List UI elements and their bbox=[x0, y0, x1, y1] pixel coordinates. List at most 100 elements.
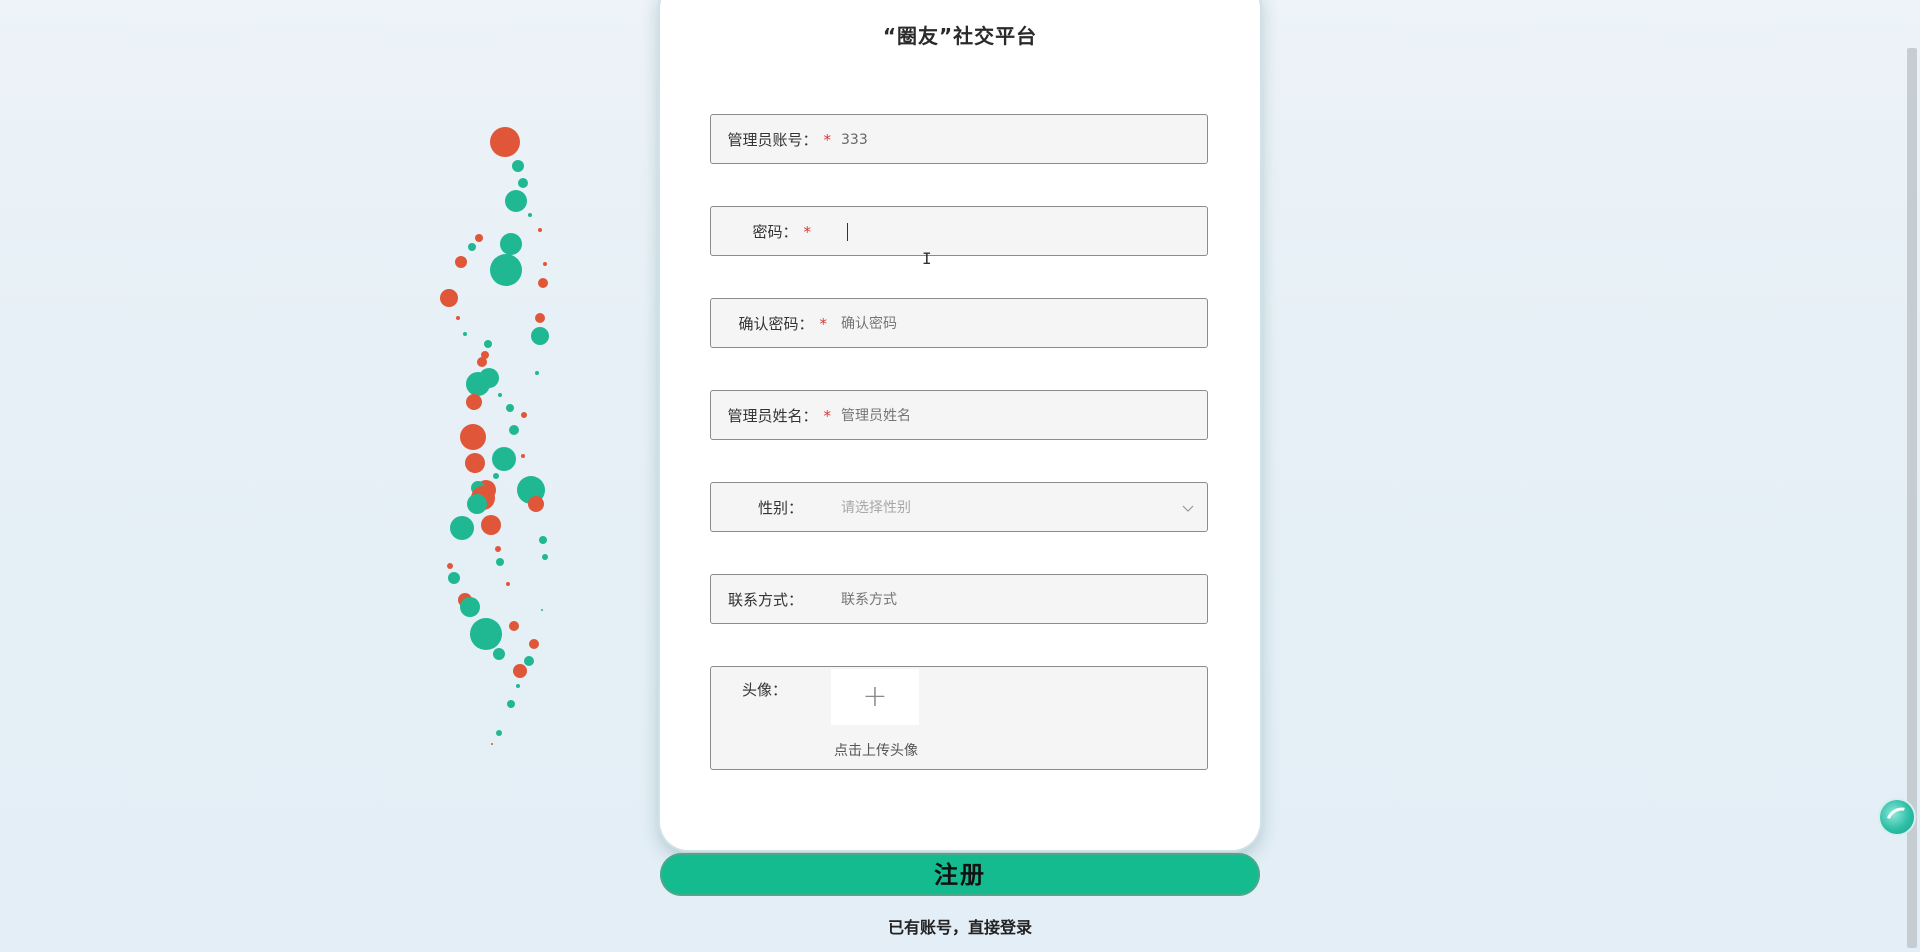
bubble bbox=[521, 454, 525, 458]
admin-name-label-text: 管理员姓名： bbox=[727, 407, 818, 425]
password-input[interactable] bbox=[841, 207, 1181, 257]
bubble bbox=[543, 262, 547, 266]
bubble bbox=[493, 473, 499, 479]
bubble bbox=[509, 425, 519, 435]
bubble bbox=[506, 404, 514, 412]
password-label: 密码： * bbox=[711, 207, 811, 257]
contact-field: 联系方式： bbox=[710, 574, 1208, 625]
bubble bbox=[447, 563, 453, 569]
bubble bbox=[535, 313, 545, 323]
bubble bbox=[538, 278, 548, 288]
bubble bbox=[535, 371, 539, 375]
register-button[interactable]: 注册 bbox=[660, 853, 1260, 896]
assistant-icon[interactable] bbox=[1880, 800, 1914, 834]
admin-name-field: 管理员姓名： * bbox=[710, 390, 1208, 441]
bubble bbox=[456, 316, 460, 320]
bubble bbox=[466, 394, 482, 410]
account-input[interactable] bbox=[841, 115, 1181, 165]
gender-select-placeholder: 请选择性别 bbox=[841, 500, 911, 516]
bubble bbox=[466, 372, 490, 396]
confirm-password-label: 确认密码： * bbox=[711, 299, 827, 349]
bubble bbox=[516, 684, 520, 688]
bubble bbox=[450, 516, 474, 540]
bubble bbox=[460, 597, 480, 617]
bubble bbox=[467, 494, 487, 514]
bubble bbox=[481, 515, 501, 535]
bubble bbox=[492, 447, 516, 471]
bubble bbox=[528, 213, 532, 217]
bubble bbox=[517, 476, 545, 504]
bubble bbox=[471, 454, 483, 466]
account-field: 管理员账号： * bbox=[710, 114, 1208, 165]
bubble bbox=[470, 618, 502, 650]
bubble bbox=[493, 648, 505, 660]
required-mark: * bbox=[819, 315, 828, 333]
bubble bbox=[498, 393, 502, 397]
gender-label: 性别： bbox=[757, 499, 803, 517]
bubble bbox=[481, 351, 489, 359]
bubble bbox=[509, 621, 519, 631]
mouse-ibeam-cursor-icon: I bbox=[922, 249, 932, 268]
chevron-down-icon bbox=[1182, 505, 1194, 512]
bubble bbox=[490, 254, 522, 286]
gender-select[interactable]: 性别： 请选择性别 bbox=[710, 482, 1208, 532]
bubble bbox=[512, 160, 524, 172]
bubble bbox=[471, 486, 495, 510]
bubble bbox=[531, 327, 549, 345]
bubble bbox=[505, 190, 527, 212]
bubble bbox=[507, 700, 515, 708]
bubble bbox=[463, 332, 467, 336]
bubble bbox=[506, 582, 510, 586]
bubble bbox=[496, 730, 502, 736]
bubble bbox=[440, 289, 458, 307]
contact-label: 联系方式： bbox=[727, 591, 803, 609]
confirm-password-input[interactable] bbox=[841, 299, 1181, 349]
bubble bbox=[518, 178, 528, 188]
admin-name-input[interactable] bbox=[841, 391, 1181, 441]
account-label: 管理员账号： * bbox=[711, 115, 831, 165]
contact-input[interactable] bbox=[841, 575, 1181, 625]
bubble bbox=[528, 496, 544, 512]
avatar-upload-caption: 点击上传头像 bbox=[834, 743, 918, 759]
avatar-label: 头像： bbox=[741, 681, 787, 699]
bubble bbox=[521, 412, 527, 418]
bubble bbox=[513, 664, 527, 678]
page-title: “圈友”社交平台 bbox=[882, 24, 1038, 48]
password-label-text: 密码： bbox=[752, 223, 798, 241]
bubble bbox=[491, 743, 493, 745]
login-link[interactable]: 已有账号，直接登录 bbox=[660, 914, 1260, 938]
bubble bbox=[524, 656, 534, 666]
confirm-password-field: 确认密码： * bbox=[710, 298, 1208, 349]
bubble bbox=[496, 558, 504, 566]
bubble bbox=[500, 233, 522, 255]
bubble bbox=[465, 453, 485, 473]
plus-icon: + bbox=[862, 679, 888, 714]
bubble bbox=[495, 546, 501, 552]
required-mark: * bbox=[823, 131, 832, 149]
register-card: “圈友”社交平台 管理员账号： * 密码： * I 确认密码： * 管理员姓名： * 性… bbox=[660, 0, 1260, 850]
bubble bbox=[455, 256, 467, 268]
required-mark: * bbox=[823, 407, 832, 425]
bubble bbox=[490, 127, 520, 157]
bubble bbox=[542, 554, 548, 560]
bubble bbox=[460, 424, 486, 450]
bubble bbox=[529, 639, 539, 649]
bubble bbox=[448, 572, 460, 584]
text-caret bbox=[847, 223, 848, 241]
required-mark: * bbox=[803, 223, 812, 241]
bubble bbox=[538, 228, 542, 232]
confirm-password-label-text: 确认密码： bbox=[738, 315, 814, 333]
bubble bbox=[479, 368, 499, 388]
bubble bbox=[475, 234, 483, 242]
password-field: 密码： * I bbox=[710, 206, 1208, 268]
avatar-upload-button[interactable]: + bbox=[831, 669, 919, 725]
bubble bbox=[476, 480, 496, 500]
bubble bbox=[541, 609, 543, 611]
bubble bbox=[471, 481, 485, 495]
avatar-field: 头像： + 点击上传头像 bbox=[710, 666, 1208, 770]
bubble bbox=[477, 357, 487, 367]
account-label-text: 管理员账号： bbox=[727, 131, 818, 149]
bubble bbox=[539, 536, 547, 544]
bubble bbox=[468, 243, 476, 251]
bubble bbox=[458, 593, 472, 607]
